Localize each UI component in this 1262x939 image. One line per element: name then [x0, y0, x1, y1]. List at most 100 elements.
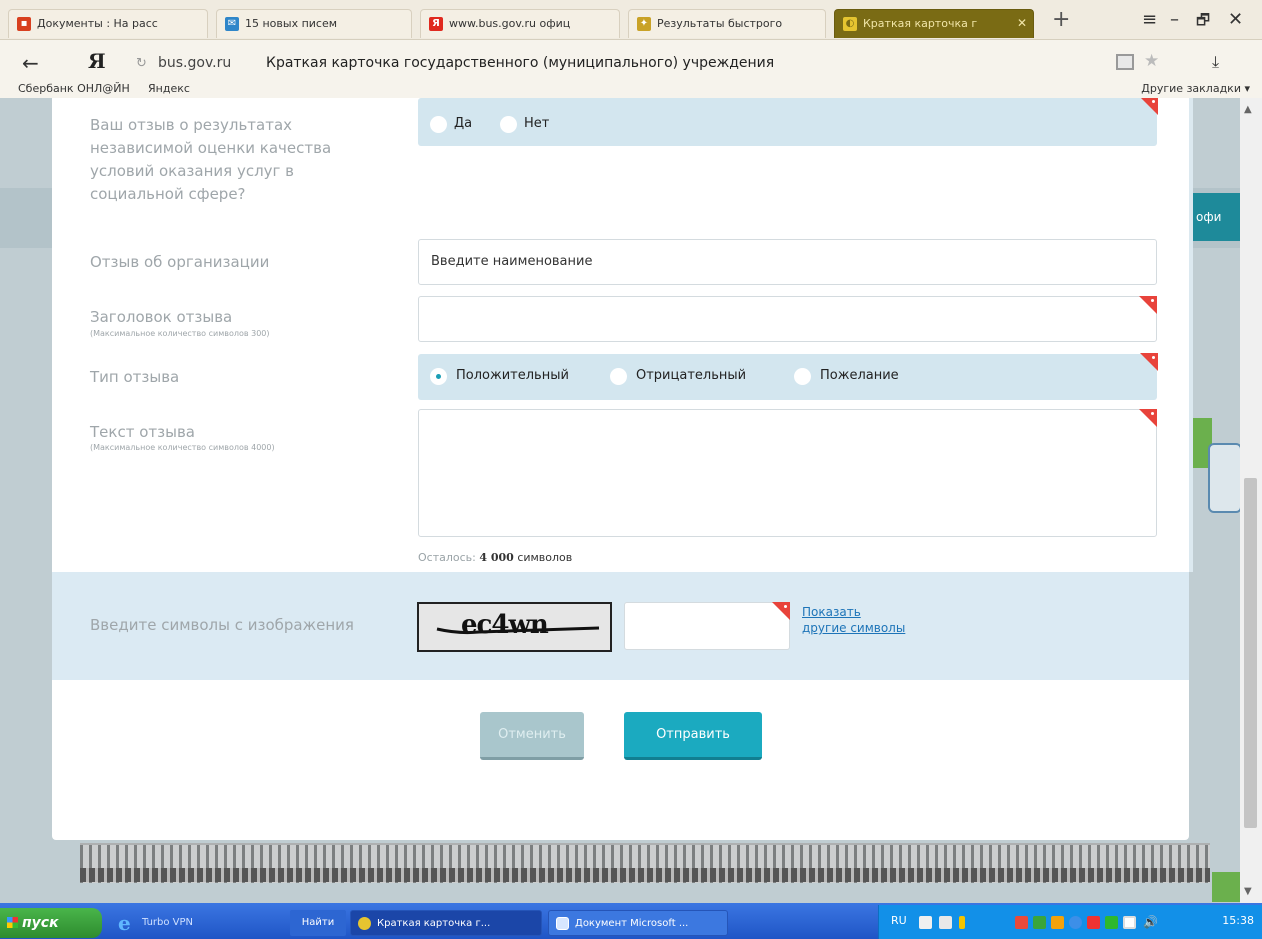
type-negative-label: Отрицательный [636, 368, 747, 383]
network-icon[interactable] [1123, 916, 1136, 929]
restore-icon[interactable]: 🗗 [1196, 10, 1210, 30]
url-page-title[interactable]: Краткая карточка государственного (муниц… [266, 55, 774, 71]
tray-app-icon[interactable] [1051, 916, 1064, 929]
scroll-thumb[interactable] [1244, 478, 1257, 828]
menu-icon[interactable]: ≡ [1142, 10, 1157, 30]
bookmark-star-icon[interactable]: ★ [1144, 51, 1159, 71]
review-text-area[interactable] [418, 409, 1157, 537]
background-green-corner [1212, 872, 1242, 902]
assessment-radio-yes[interactable] [430, 116, 447, 133]
yandex-favicon-icon: Я [429, 17, 443, 31]
assessment-no-label: Нет [524, 116, 550, 131]
monitor-icon[interactable] [939, 916, 952, 929]
tab-bus-gov[interactable]: Я www.bus.gov.ru офиц [420, 9, 620, 38]
page-viewport: офи ▲ ▼ Ваш отзыв о результатах независи… [0, 98, 1262, 903]
captcha-refresh-link[interactable]: Показать другие символы [802, 604, 905, 636]
review-type-label: Тип отзыва [90, 368, 180, 386]
review-text-hint: (Максимальное количество символов 4000) [90, 443, 275, 452]
bookmark-yandex[interactable]: Яндекс [148, 82, 190, 95]
close-window-icon[interactable]: ✕ [1228, 10, 1243, 30]
organization-placeholder: Введите наименование [431, 254, 593, 269]
tray-app-icon[interactable] [1087, 916, 1100, 929]
submit-button[interactable]: Отправить [624, 712, 762, 760]
tab-label: www.bus.gov.ru офиц [449, 17, 571, 30]
review-title-hint: (Максимальное количество символов 300) [90, 329, 270, 338]
assessment-options-box: Да Нет [418, 98, 1158, 146]
type-radio-positive[interactable] [430, 368, 447, 385]
browser-tab-bar: ▪ Документы : На расс ✉ 15 новых писем Я… [0, 0, 1262, 40]
type-positive-label: Положительный [456, 368, 569, 383]
back-arrow-icon[interactable]: ← [22, 51, 39, 75]
captcha-section: Введите символы с изображения ec4wn Пока… [52, 572, 1189, 680]
captcha-image: ec4wn [417, 602, 612, 652]
cancel-button[interactable]: Отменить [480, 712, 584, 760]
background-spiral-binding-lower [80, 868, 1210, 882]
background-side-button: офи [1188, 193, 1244, 241]
review-title-label: Заголовок отзыва [90, 308, 233, 326]
yandex-logo[interactable]: Я [88, 49, 106, 73]
review-title-input[interactable] [418, 296, 1157, 342]
card-favicon-icon: ◐ [843, 17, 857, 31]
tab-active-card[interactable]: ◐ Краткая карточка г ✕ [834, 9, 1034, 38]
captcha-input[interactable] [624, 602, 790, 650]
captcha-refresh-line2: другие символы [802, 621, 906, 635]
required-marker-icon [1139, 409, 1157, 427]
download-icon[interactable]: ⤓ [1212, 52, 1219, 72]
mail-favicon-icon: ✉ [225, 17, 239, 31]
taskbar-turbovpn[interactable]: e Turbo VPN [112, 910, 282, 936]
required-marker-icon [1140, 98, 1158, 115]
tray-app-icon[interactable] [1033, 916, 1046, 929]
tray-app-icon[interactable] [1015, 916, 1028, 929]
taskbar-window-label: Краткая карточка г... [377, 918, 491, 929]
other-bookmarks[interactable]: Другие закладки ▾ [1141, 82, 1250, 95]
tab-mail[interactable]: ✉ 15 новых писем [216, 9, 412, 38]
type-radio-negative[interactable] [610, 368, 627, 385]
keyboard-icon[interactable] [919, 916, 932, 929]
required-marker-icon [1139, 296, 1157, 314]
url-host[interactable]: bus.gov.ru [158, 55, 231, 71]
organization-field[interactable]: Введите наименование [418, 239, 1157, 285]
taskbar-search[interactable]: Найти [290, 910, 346, 936]
documents-favicon-icon: ▪ [17, 17, 31, 31]
address-bar: ← Я ↻ bus.gov.ru Краткая карточка госуда… [0, 40, 1262, 98]
assessment-yes-label: Да [454, 116, 473, 131]
word-document-icon [556, 917, 569, 930]
tab-label: Документы : На расс [37, 17, 158, 30]
required-marker-icon [1140, 353, 1158, 371]
system-tray: RU 🔊 15:38 [878, 905, 1262, 939]
clock[interactable]: 15:38 [1222, 914, 1254, 927]
type-radio-wish[interactable] [794, 368, 811, 385]
tab-label: Результаты быстрого [657, 17, 783, 30]
assessment-radio-no[interactable] [500, 116, 517, 133]
turbovpn-label: Turbo VPN [142, 917, 194, 928]
tray-app-icon[interactable] [1105, 916, 1118, 929]
volume-icon[interactable]: 🔊 [1143, 916, 1158, 929]
required-marker-icon [772, 602, 790, 620]
tray-app-icon[interactable] [1069, 916, 1082, 929]
tab-documents[interactable]: ▪ Документы : На расс [8, 9, 208, 38]
new-tab-button[interactable]: + [1052, 8, 1070, 32]
taskbar-window-document[interactable]: Документ Microsoft ... [548, 910, 728, 936]
organization-label: Отзыв об организации [90, 253, 270, 271]
remaining-prefix: Осталось: [418, 551, 476, 564]
tab-search-results[interactable]: ✦ Результаты быстрого [628, 9, 826, 38]
yandex-browser-icon [358, 917, 371, 930]
start-button[interactable]: пуск [0, 908, 102, 938]
remaining-count: 4 000 [479, 551, 514, 564]
captcha-label: Введите символы с изображения [90, 616, 354, 634]
update-icon[interactable] [959, 916, 965, 929]
reload-icon[interactable]: ↻ [136, 56, 147, 71]
language-indicator[interactable]: RU [891, 914, 907, 927]
bookmark-sberbank[interactable]: Сбербанк ОНЛ@ЙН [18, 82, 130, 95]
taskbar-window-browser[interactable]: Краткая карточка г... [350, 910, 542, 936]
page-scrollbar[interactable]: ▲ ▼ [1240, 98, 1262, 903]
ie-icon: e [118, 911, 131, 935]
scroll-down-icon[interactable]: ▼ [1244, 886, 1252, 897]
reader-mode-icon[interactable] [1116, 54, 1134, 70]
emblem-favicon-icon: ✦ [637, 17, 651, 31]
scroll-up-icon[interactable]: ▲ [1244, 104, 1252, 115]
tab-close-icon[interactable]: ✕ [1017, 10, 1027, 37]
tab-label: 15 новых писем [245, 17, 338, 30]
minimize-icon[interactable]: – [1170, 10, 1179, 30]
taskbar-window-label: Документ Microsoft ... [575, 918, 689, 929]
